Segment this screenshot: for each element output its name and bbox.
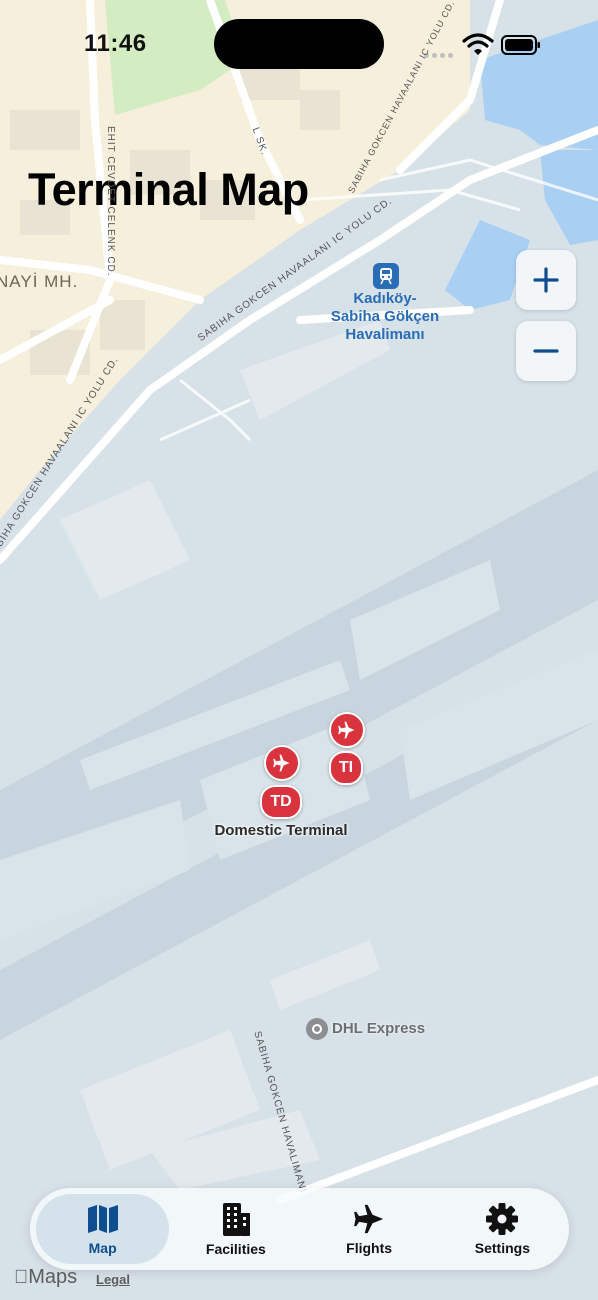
airplane-icon xyxy=(338,721,355,739)
station-name-line1: Kadıköy- xyxy=(353,290,417,307)
tab-label-settings: Settings xyxy=(474,1240,530,1256)
metro-station-icon[interactable] xyxy=(373,263,399,289)
maps-brand-text: Maps xyxy=(14,1266,77,1288)
legal-link[interactable]: Legal xyxy=(96,1272,130,1287)
tab-label-facilities: Facilities xyxy=(205,1241,266,1257)
airplane-icon xyxy=(273,754,290,772)
building-icon xyxy=(222,1203,250,1236)
station-name-line3: Havalimanı xyxy=(345,326,425,343)
tab-settings[interactable]: Settings xyxy=(436,1194,569,1264)
airport-marker-domestic[interactable] xyxy=(264,745,300,781)
tab-map[interactable]: Map xyxy=(36,1194,170,1264)
status-time: 11:46 xyxy=(84,30,147,57)
district-label: NAYİ MH. xyxy=(0,272,79,291)
minus-icon xyxy=(533,349,559,353)
tab-flights[interactable]: Flights xyxy=(303,1194,436,1264)
tab-label-map: Map xyxy=(88,1240,117,1256)
train-icon xyxy=(380,268,392,285)
gear-icon xyxy=(486,1203,519,1235)
tab-facilities[interactable]: Facilities xyxy=(169,1194,302,1264)
station-name-line2: Sabiha Gökçen xyxy=(330,308,440,325)
airport-marker-international[interactable] xyxy=(329,712,365,748)
zoom-in-button[interactable] xyxy=(516,250,576,310)
apple-logo-icon:  xyxy=(14,1267,28,1288)
terminal-badge-international[interactable]: TI xyxy=(329,751,363,785)
maps-logo: Maps xyxy=(14,1266,77,1289)
terminal-badge-domestic[interactable]: TD xyxy=(260,785,302,819)
tab-label-flights: Flights xyxy=(346,1240,393,1256)
dynamic-island xyxy=(214,19,384,69)
plus-icon xyxy=(533,267,559,293)
terminal-label[interactable]: Domestic Terminal xyxy=(196,822,366,839)
page-title: Terminal Map xyxy=(28,164,309,215)
station-label[interactable]: Kadıköy- Sabiha Gökçen Havalimanı xyxy=(315,290,455,344)
poi-label-dhl[interactable]: DHL Express xyxy=(332,1020,425,1037)
map-icon xyxy=(87,1205,118,1233)
airplane-icon xyxy=(354,1204,384,1234)
wifi-icon xyxy=(462,33,494,55)
road-label: EHIT CEVDET CELENK CD. xyxy=(105,126,116,277)
battery-icon xyxy=(501,35,540,55)
zoom-out-button[interactable] xyxy=(516,321,576,381)
tab-bar: Map Facilities Flights Settings xyxy=(30,1188,569,1270)
postal-horn-icon[interactable] xyxy=(306,1018,328,1040)
